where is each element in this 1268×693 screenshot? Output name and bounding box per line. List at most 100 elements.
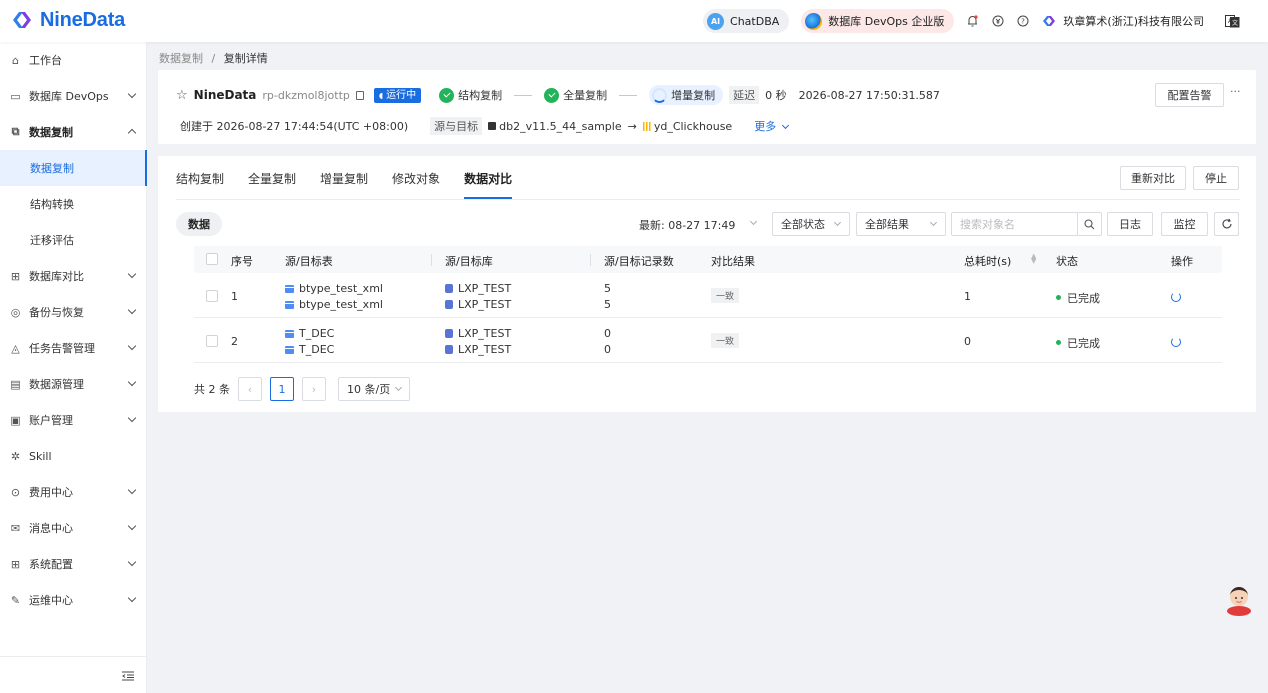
settings-icon: ⊞	[10, 557, 21, 571]
configure-alert-button[interactable]: 配置告警	[1155, 83, 1224, 107]
alarm-icon: ◬	[11, 341, 20, 355]
col-status: 状态	[1056, 255, 1078, 268]
sidebar-subitem-migration-eval[interactable]: 迁移评估	[0, 222, 147, 258]
more-options-icon[interactable]: ···	[1230, 85, 1241, 98]
sidebar-subitem-replication[interactable]: 数据复制	[0, 150, 147, 186]
log-button[interactable]: 日志	[1107, 212, 1153, 236]
breadcrumb-parent[interactable]: 数据复制	[159, 52, 203, 65]
source-table[interactable]: T_DEC	[285, 327, 334, 340]
prev-page-button[interactable]: ‹	[238, 377, 262, 401]
col-duration[interactable]: 总耗时(s)	[964, 253, 1011, 269]
sidebar-item-datasource[interactable]: ▤ 数据源管理	[0, 366, 147, 402]
chevron-down-icon[interactable]	[749, 217, 758, 226]
sidebar-item-ops[interactable]: ✎ 运维中心	[0, 582, 147, 618]
page-size-select[interactable]: 10 条/页	[338, 377, 411, 401]
copy-icon[interactable]	[355, 90, 364, 100]
col-divider	[590, 254, 591, 266]
recompare-button[interactable]: 重新对比	[1120, 166, 1186, 190]
tab-incremental-replication[interactable]: 增量复制	[320, 170, 368, 199]
target-name[interactable]: yd_Clickhouse	[654, 120, 732, 133]
chatdba-button[interactable]: AI ChatDBA	[703, 9, 790, 33]
step-full[interactable]: 全量复制	[544, 87, 607, 103]
star-icon[interactable]: ☆	[176, 88, 188, 103]
refresh-row-icon[interactable]	[1171, 292, 1181, 302]
sidebar-subitem-schema-convert[interactable]: 结构转换	[0, 186, 147, 222]
collapse-sidebar-icon[interactable]	[122, 671, 134, 681]
sidebar-item-alarm[interactable]: ◬ 任务告警管理	[0, 330, 147, 366]
sidebar-item-db-compare[interactable]: ⊞ 数据库对比	[0, 258, 147, 294]
chevron-down-icon	[833, 218, 842, 227]
tab-full-replication[interactable]: 全量复制	[248, 170, 296, 199]
currency-icon[interactable]	[991, 15, 1004, 28]
source-table[interactable]: btype_test_xml	[285, 282, 383, 295]
search-icon	[1084, 218, 1095, 229]
sidebar-item-message[interactable]: ✉ 消息中心	[0, 510, 147, 546]
sort-icon[interactable]: ▲ ▼	[1031, 253, 1036, 265]
select-all-checkbox[interactable]	[206, 253, 218, 265]
chevron-down-icon	[127, 305, 137, 315]
more-link[interactable]: 更多	[754, 118, 789, 134]
help-icon[interactable]: ?	[1016, 15, 1029, 28]
col-action: 操作	[1171, 255, 1193, 268]
sidebar-item-backup[interactable]: ◎ 备份与恢复	[0, 294, 147, 330]
chevron-down-icon	[127, 341, 137, 351]
detail-card: 结构复制 全量复制 增量复制 修改对象 数据对比 重新对比 停止 数据 最新: …	[158, 156, 1256, 412]
next-page-button[interactable]: ›	[302, 377, 326, 401]
step-incremental[interactable]: 增量复制	[649, 85, 724, 105]
sidebar-item-devops[interactable]: ▭ 数据库 DevOps	[0, 78, 147, 114]
source-name[interactable]: db2_v11.5_44_sample	[499, 120, 621, 133]
chevron-up-icon	[127, 128, 137, 138]
database-icon	[445, 345, 453, 354]
company-switcher[interactable]: 玖章算术(浙江)科技有限公司	[1041, 13, 1204, 29]
chevron-down-icon	[781, 121, 789, 130]
bell-icon[interactable]	[966, 15, 979, 28]
row-checkbox[interactable]	[206, 290, 218, 302]
chevron-down-icon	[127, 89, 137, 99]
tab-bar: 结构复制 全量复制 增量复制 修改对象 数据对比	[176, 170, 513, 199]
search-button[interactable]	[1077, 212, 1102, 236]
sidebar-divider	[0, 656, 146, 657]
sidebar-item-billing[interactable]: ⊙ 费用中心	[0, 474, 147, 510]
refresh-row-icon[interactable]	[1171, 337, 1181, 347]
support-avatar-icon[interactable]	[1225, 582, 1253, 616]
brand-name: NineData	[40, 8, 126, 31]
refresh-icon	[1222, 218, 1232, 229]
database-icon	[445, 284, 453, 293]
table-header: 序号 源/目标表 源/目标库 源/目标记录数 对比结果 总耗时(s) ▲ ▼ 状态…	[194, 246, 1222, 273]
target-table[interactable]: T_DEC	[285, 343, 334, 356]
search-input[interactable]: 搜索对象名	[951, 212, 1078, 236]
sidebar-item-replication[interactable]: ⧉ 数据复制	[0, 114, 147, 150]
step-schema[interactable]: 结构复制	[439, 87, 502, 103]
data-filter-chip[interactable]: 数据	[176, 212, 222, 236]
chevron-down-icon	[127, 377, 137, 387]
sidebar-item-skill[interactable]: ✲ Skill	[0, 438, 147, 474]
devops-edition-button[interactable]: 数据库 DevOps 企业版	[801, 9, 955, 33]
col-divider	[431, 254, 432, 266]
tab-data-compare[interactable]: 数据对比	[464, 170, 513, 199]
row-checkbox[interactable]	[206, 335, 218, 347]
tab-schema-replication[interactable]: 结构复制	[176, 170, 224, 199]
target-table[interactable]: btype_test_xml	[285, 298, 383, 311]
ninedata-logo-icon	[13, 12, 31, 28]
col-database: 源/目标库	[445, 255, 493, 268]
sidebar-item-settings[interactable]: ⊞ 系统配置	[0, 546, 147, 582]
chatdba-label: ChatDBA	[730, 14, 780, 28]
result-select[interactable]: 全部结果	[856, 212, 946, 236]
refresh-button[interactable]	[1214, 212, 1239, 236]
status-badge: ◖ 运行中	[373, 87, 422, 103]
target-db: LXP_TEST	[445, 298, 511, 311]
compare-table: 序号 源/目标表 源/目标库 源/目标记录数 对比结果 总耗时(s) ▲ ▼ 状态…	[194, 246, 1222, 363]
tab-modify-objects[interactable]: 修改对象	[392, 170, 440, 199]
stop-button[interactable]: 停止	[1193, 166, 1239, 190]
col-table: 源/目标表	[285, 255, 333, 268]
duration: 0	[964, 335, 971, 348]
sidebar-item-account[interactable]: ▣ 账户管理	[0, 402, 147, 438]
status-select[interactable]: 全部状态	[772, 212, 850, 236]
page-button[interactable]: 1	[270, 377, 294, 401]
monitor-button[interactable]: 监控	[1161, 212, 1208, 236]
sidebar-item-workbench[interactable]: ⌂ 工作台	[0, 42, 147, 78]
backup-icon: ◎	[10, 305, 21, 319]
logo[interactable]: NineData	[10, 8, 125, 32]
success-dot-icon	[1056, 295, 1061, 300]
translate-icon[interactable]: A文	[1224, 14, 1240, 28]
